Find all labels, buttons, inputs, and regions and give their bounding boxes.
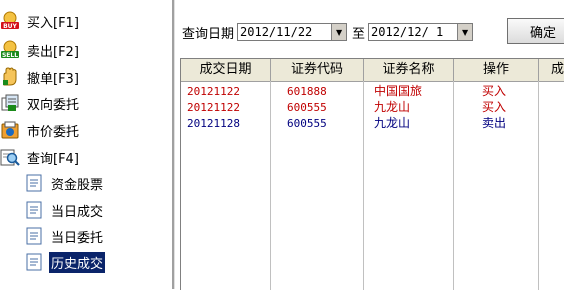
table-row[interactable]: 20121128 600555 九龙山 卖出	[181, 116, 564, 131]
two-way-order-icon	[1, 94, 19, 111]
chevron-down-icon[interactable]: ▼	[331, 24, 347, 40]
sidebar-item-label: 查询[F4]	[27, 151, 79, 167]
security-code-cell: 601888	[287, 85, 327, 98]
document-icon	[26, 174, 42, 192]
date-range-separator: 至	[352, 26, 366, 42]
sidebar-item-label: 双向委托	[27, 97, 80, 113]
svg-text:BUY: BUY	[3, 23, 17, 30]
column-header-truncated[interactable]: 成	[539, 59, 564, 81]
column-header-security-code[interactable]: 证券代码	[271, 59, 364, 81]
sidebar-item-label: 卖出[F2]	[27, 44, 79, 60]
confirm-button[interactable]: 确定	[507, 18, 564, 44]
security-name-cell: 九龙山	[374, 116, 411, 130]
start-date-value: 2012/11/22	[240, 25, 313, 39]
trade-date-cell: 20121122	[187, 85, 240, 98]
panel-splitter[interactable]	[172, 0, 175, 289]
document-icon	[26, 253, 42, 271]
document-icon	[26, 201, 42, 219]
action-cell: 卖出	[482, 116, 507, 130]
document-icon	[26, 227, 42, 245]
action-cell: 买入	[482, 84, 507, 98]
security-name-cell: 九龙山	[374, 100, 411, 114]
column-header-trade-date[interactable]: 成交日期	[181, 59, 271, 81]
sidebar-item-sell[interactable]: SELL 卖出[F2]	[0, 39, 81, 61]
end-date-value: 2012/12/ 1	[371, 25, 444, 39]
column-header-security-name[interactable]: 证券名称	[364, 59, 454, 81]
sidebar-item-two-way[interactable]: 双向委托	[0, 92, 81, 114]
sidebar-item-label: 买入[F1]	[27, 15, 79, 31]
trade-date-cell: 20121122	[187, 101, 240, 114]
sidebar-item-buy[interactable]: BUY 买入[F1]	[0, 10, 81, 32]
trade-history-table: 成交日期 证券代码 证券名称 操作 成 20121122 601888 中国国旅…	[180, 58, 564, 290]
chevron-down-icon[interactable]: ▼	[457, 24, 473, 40]
trade-date-cell: 20121128	[187, 117, 240, 130]
sidebar-item-label: 撤单[F3]	[27, 71, 79, 87]
action-cell: 买入	[482, 100, 507, 114]
sidebar-item-market-order[interactable]: 市价委托	[0, 119, 81, 141]
sidebar-item-cancel[interactable]: 撤单[F3]	[0, 66, 81, 88]
buy-icon: BUY	[1, 11, 19, 30]
sidebar-item-today-orders[interactable]: 当日委托	[26, 225, 105, 247]
query-date-label: 查询日期	[182, 26, 235, 42]
end-date-picker[interactable]: 2012/12/ 1 ▼	[368, 23, 474, 41]
query-bar: 查询日期 2012/11/22 ▼ 至 2012/12/ 1 ▼	[182, 20, 474, 44]
security-code-cell: 600555	[287, 117, 327, 130]
sidebar-item-query[interactable]: 查询[F4]	[0, 146, 81, 168]
sidebar-item-label: 当日委托	[51, 230, 104, 246]
start-date-picker[interactable]: 2012/11/22 ▼	[237, 23, 348, 41]
sidebar-item-label: 历史成交	[49, 251, 106, 273]
column-header-action[interactable]: 操作	[454, 59, 539, 81]
sidebar-item-funds-stocks[interactable]: 资金股票	[26, 172, 105, 194]
security-code-cell: 600555	[287, 101, 327, 114]
market-order-icon	[1, 121, 19, 139]
function-tree: BUY 买入[F1] SELL 卖出[F2] 撤单[F3] 双向委托 市价委托 …	[0, 0, 170, 289]
sidebar-item-label: 当日成交	[51, 204, 104, 220]
cancel-order-icon	[3, 67, 17, 86]
sidebar-item-history-trades[interactable]: 历史成交	[26, 251, 106, 273]
table-row[interactable]: 20121122 601888 中国国旅 买入	[181, 84, 564, 99]
query-icon	[0, 149, 20, 166]
table-header: 成交日期 证券代码 证券名称 操作 成	[181, 59, 564, 82]
table-row[interactable]: 20121122 600555 九龙山 买入	[181, 100, 564, 115]
sidebar-item-label: 市价委托	[27, 124, 80, 140]
sidebar-item-label: 资金股票	[51, 177, 104, 193]
security-name-cell: 中国国旅	[374, 84, 423, 98]
sidebar-item-today-trades[interactable]: 当日成交	[26, 199, 105, 221]
svg-text:SELL: SELL	[2, 52, 18, 59]
sell-icon: SELL	[1, 40, 19, 59]
